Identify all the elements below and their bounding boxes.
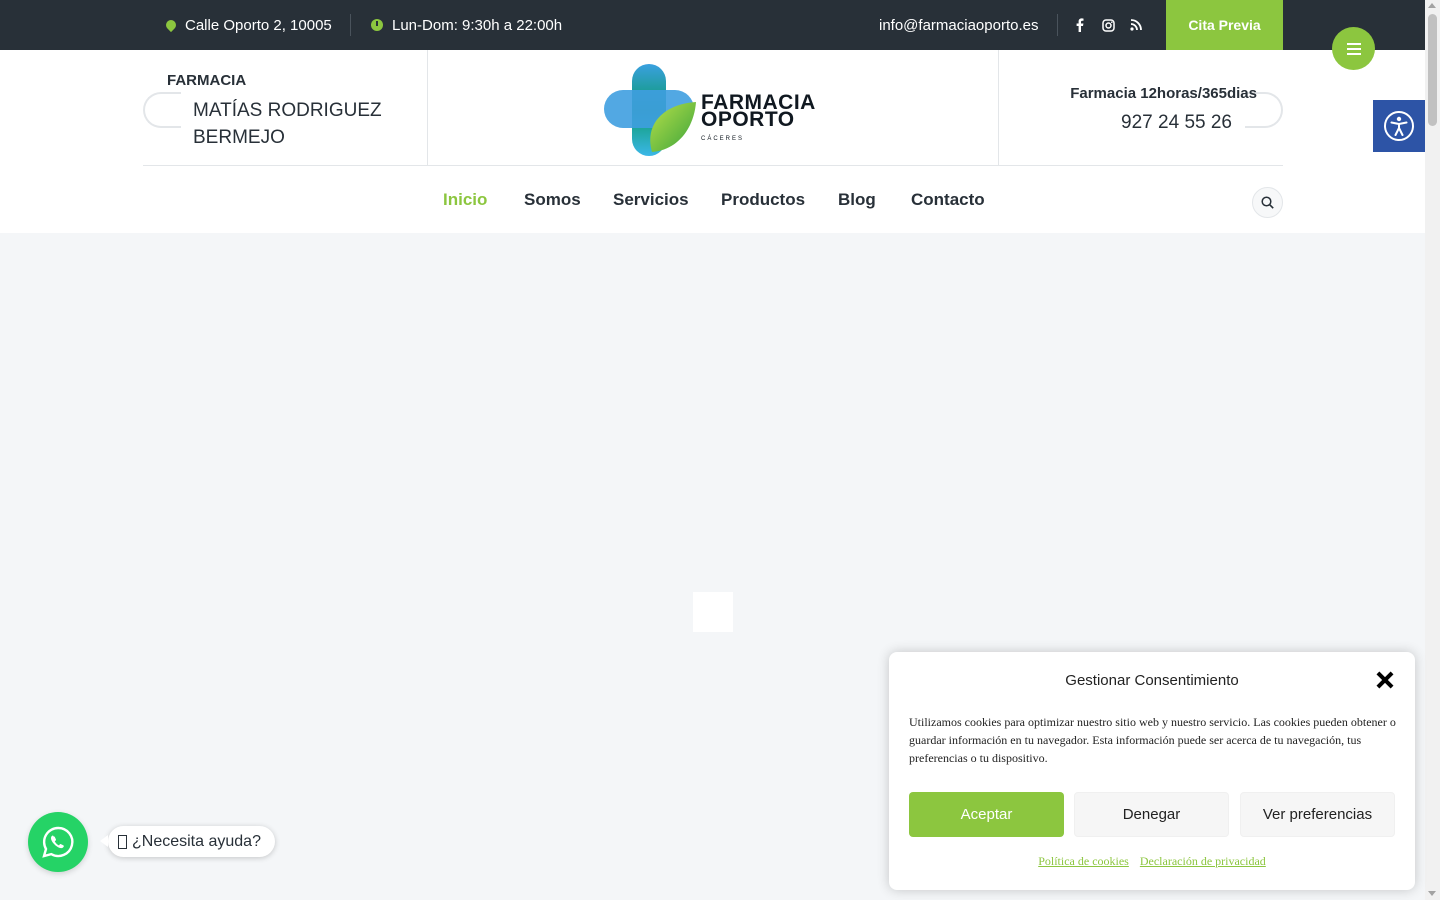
view-preferences-button[interactable]: Ver preferencias — [1240, 792, 1395, 837]
main-navigation: Inicio Somos Servicios Productos Blog Co… — [0, 180, 1425, 220]
search-button[interactable] — [1252, 187, 1283, 218]
email-link[interactable]: info@farmaciaoporto.es — [879, 0, 1038, 50]
location-pin-icon — [163, 17, 179, 33]
accept-button[interactable]: Aceptar — [909, 792, 1064, 837]
divider — [350, 14, 351, 36]
nav-somos[interactable]: Somos — [524, 190, 581, 210]
missing-glyph-icon — [118, 834, 127, 849]
cita-previa-button[interactable]: Cita Previa — [1166, 0, 1283, 50]
phone-number[interactable]: 927 24 55 26 — [1121, 112, 1232, 134]
whatsapp-help-text: ¿Necesita ayuda? — [132, 832, 261, 850]
farmacia-label: FARMACIA — [167, 72, 247, 89]
privacy-statement-link[interactable]: Declaración de privacidad — [1140, 854, 1266, 868]
menu-line — [1346, 42, 1361, 45]
nav-inicio[interactable]: Inicio — [443, 190, 487, 210]
schedule-label: Farmacia 12horas/365dias — [1070, 85, 1257, 102]
address-text: Calle Oporto 2, 10005 — [185, 16, 332, 34]
whatsapp-help-bubble[interactable]: ¿Necesita ayuda? — [100, 826, 275, 857]
facebook-icon[interactable] — [1070, 0, 1090, 50]
menu-line — [1346, 52, 1361, 55]
site-header: FARMACIA MATÍAS RODRIGUEZ BERMEJO FARMAC… — [0, 50, 1425, 233]
cross-leaf-icon — [604, 64, 696, 156]
cookie-policy-link[interactable]: Política de cookies — [1038, 854, 1129, 868]
pharmacist-name: MATÍAS RODRIGUEZ BERMEJO — [193, 100, 382, 148]
hamburger-menu-button[interactable] — [1332, 27, 1375, 70]
pharmacist-block: FARMACIA MATÍAS RODRIGUEZ BERMEJO — [143, 50, 428, 166]
hours-info: Lun-Dom: 9:30h a 22:00h — [371, 0, 562, 50]
search-icon — [1261, 196, 1274, 209]
close-icon[interactable] — [1376, 671, 1394, 689]
nav-servicios[interactable]: Servicios — [613, 190, 689, 210]
hours-text: Lun-Dom: 9:30h a 22:00h — [392, 16, 563, 34]
whatsapp-icon — [42, 826, 74, 858]
rss-icon[interactable] — [1126, 0, 1146, 50]
consent-links: Política de cookies Declaración de priva… — [889, 854, 1415, 869]
menu-line — [1346, 47, 1361, 50]
nav-blog[interactable]: Blog — [838, 190, 876, 210]
nav-contacto[interactable]: Contacto — [911, 190, 985, 210]
top-bar: Calle Oporto 2, 10005 Lun-Dom: 9:30h a 2… — [0, 0, 1425, 50]
logo-text-caceres: CÁCERES — [701, 136, 745, 142]
address-info: Calle Oporto 2, 10005 — [163, 0, 332, 50]
contact-block: Farmacia 12horas/365dias 927 24 55 26 — [998, 50, 1283, 166]
logo-block: FARMACIA OPORTO CÁCERES — [428, 50, 999, 166]
nav-productos[interactable]: Productos — [721, 190, 805, 210]
instagram-icon[interactable] — [1098, 0, 1118, 50]
site-logo[interactable]: FARMACIA OPORTO CÁCERES — [604, 64, 824, 156]
divider — [1057, 14, 1058, 36]
accessibility-button[interactable] — [1373, 100, 1425, 152]
loading-placeholder — [693, 592, 733, 632]
scroll-up-arrow-icon[interactable] — [1428, 3, 1436, 8]
clock-icon — [371, 19, 383, 31]
consent-description: Utilizamos cookies para optimizar nuestr… — [909, 715, 1396, 765]
scrollbar[interactable] — [1425, 0, 1440, 900]
scroll-down-arrow-icon[interactable] — [1428, 891, 1436, 896]
accessibility-icon — [1384, 111, 1414, 141]
consent-title: Gestionar Consentimiento — [1065, 672, 1239, 689]
email-text[interactable]: info@farmaciaoporto.es — [879, 17, 1038, 34]
deny-button[interactable]: Denegar — [1074, 792, 1229, 837]
logo-text-oporto: OPORTO — [701, 108, 795, 131]
scroll-thumb[interactable] — [1428, 14, 1437, 126]
decorative-arrow-icon — [143, 92, 181, 128]
whatsapp-button[interactable] — [28, 812, 88, 872]
cookie-consent-dialog: Gestionar Consentimiento Utilizamos cook… — [889, 652, 1415, 890]
